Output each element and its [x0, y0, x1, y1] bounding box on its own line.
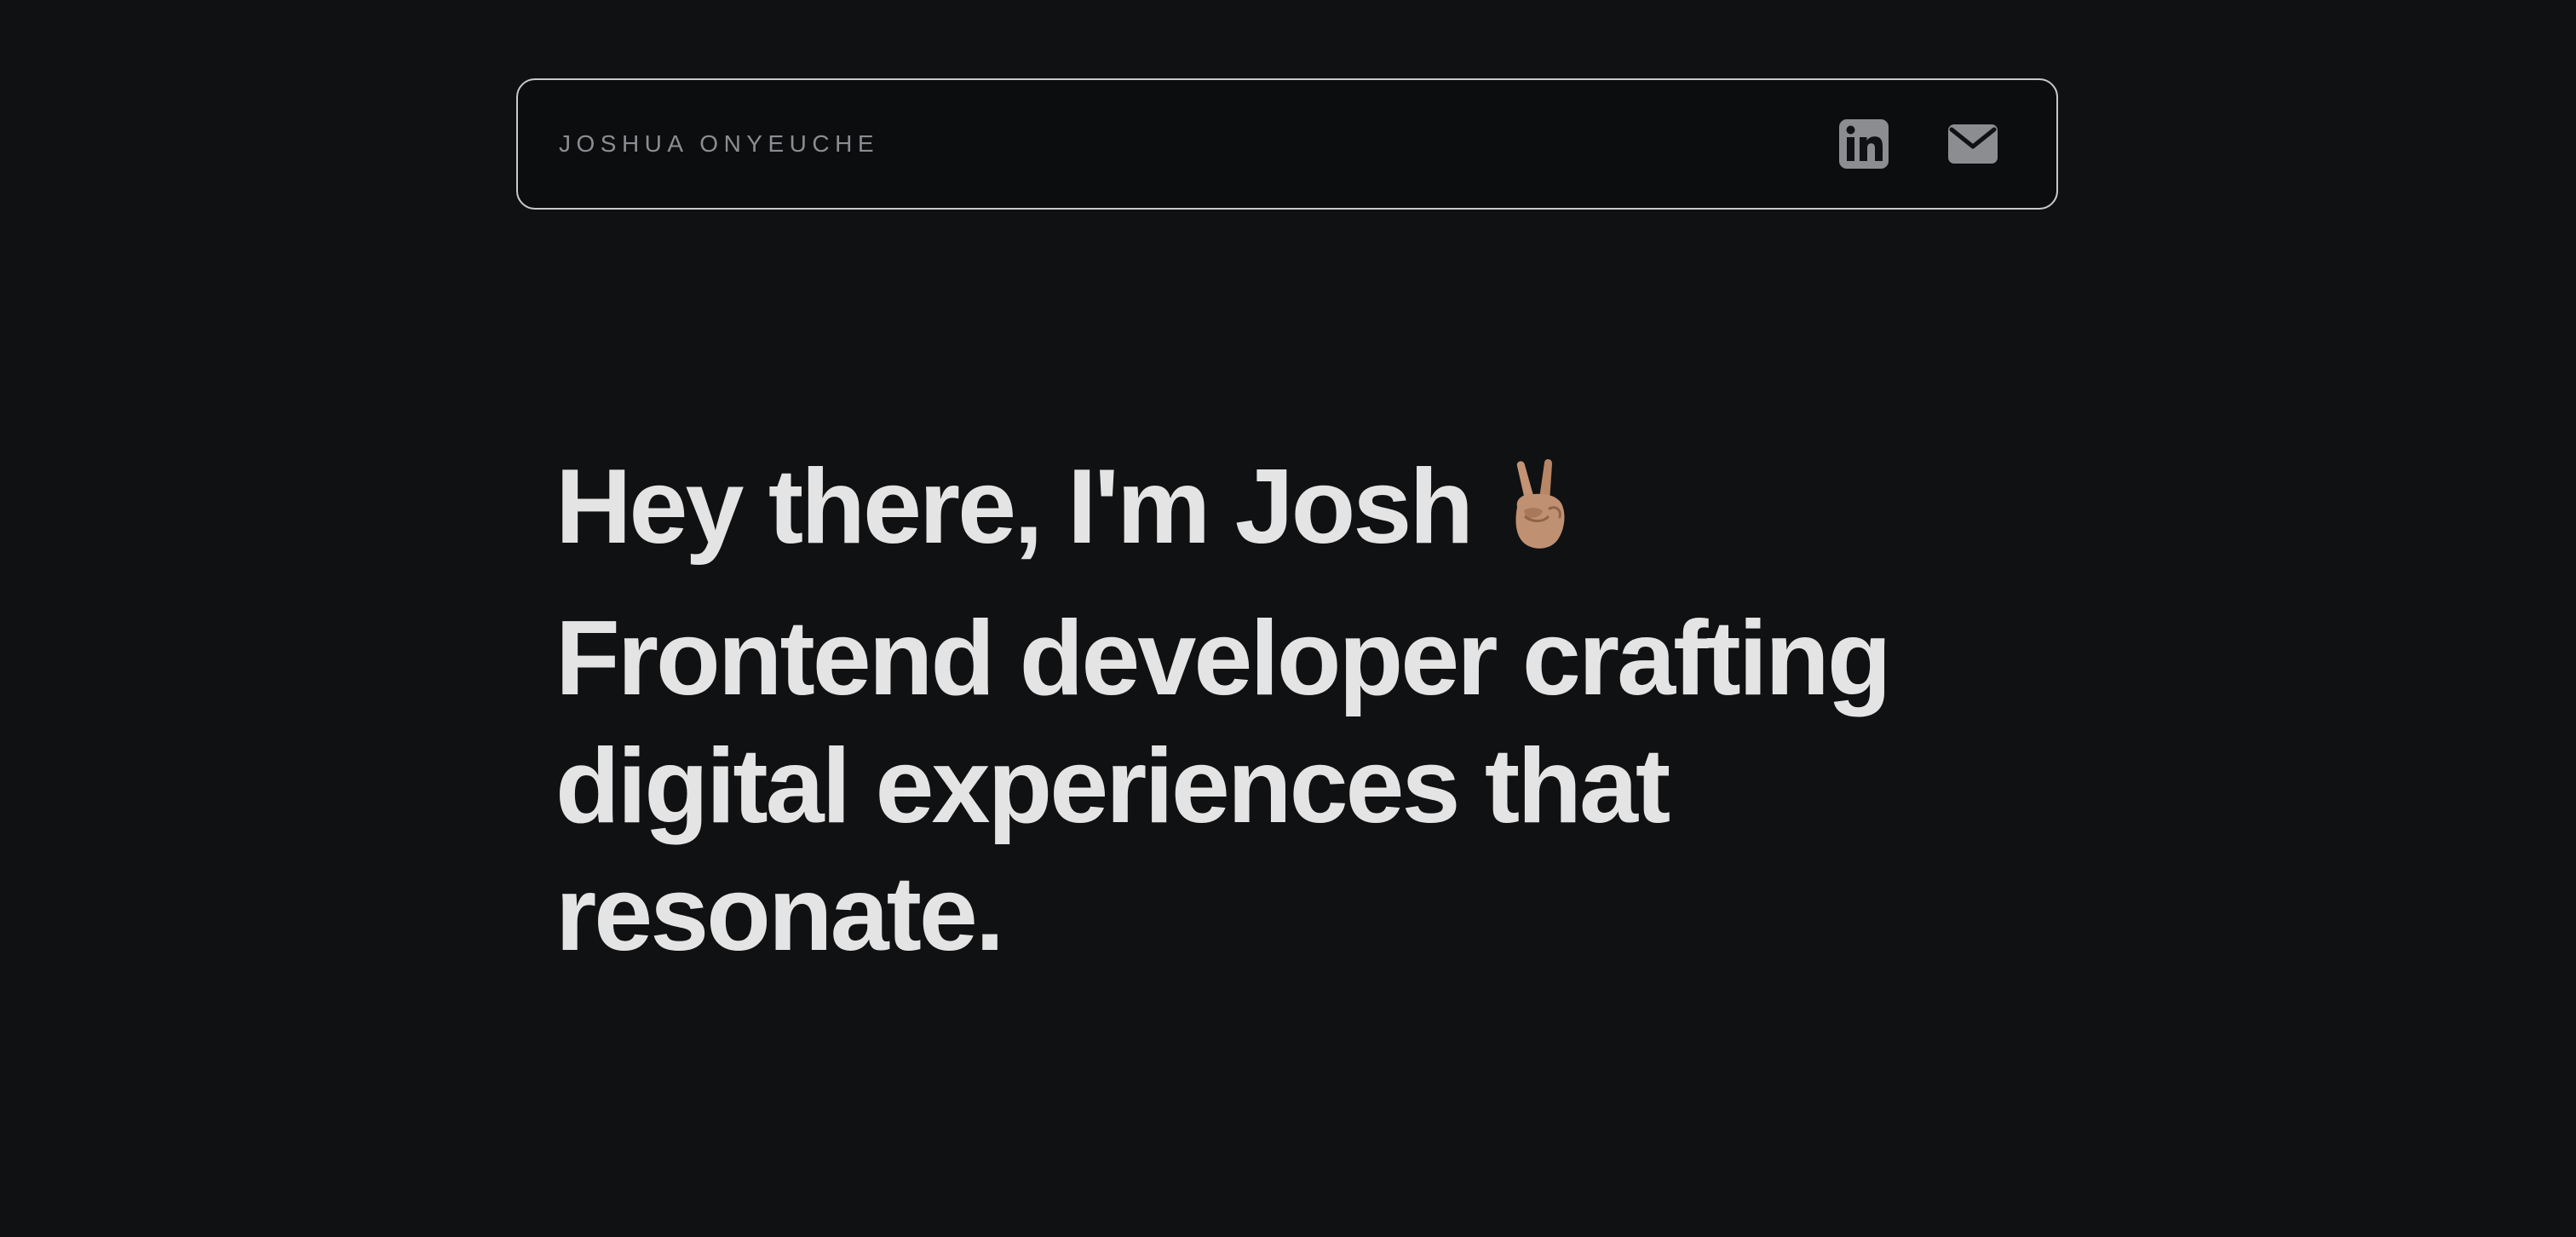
brand-name-link[interactable]: JOSHUA ONYEUCHE	[559, 130, 879, 158]
top-navbar: JOSHUA ONYEUCHE	[516, 78, 2058, 210]
email-link[interactable]	[1947, 118, 1998, 170]
tagline-heading: Frontend developer crafting digital expe…	[555, 600, 1892, 973]
social-links	[1838, 118, 1998, 170]
mail-icon	[1948, 124, 1998, 164]
victory-hand-emoji-icon	[1515, 459, 1565, 549]
hero-section: Hey there, I'm Josh Frontend developer c…	[555, 443, 1918, 978]
linkedin-icon	[1839, 119, 1889, 169]
linkedin-link[interactable]	[1838, 118, 1889, 170]
greeting-text: Hey there, I'm Josh	[555, 448, 1474, 566]
greeting-heading: Hey there, I'm Josh	[555, 443, 1918, 571]
